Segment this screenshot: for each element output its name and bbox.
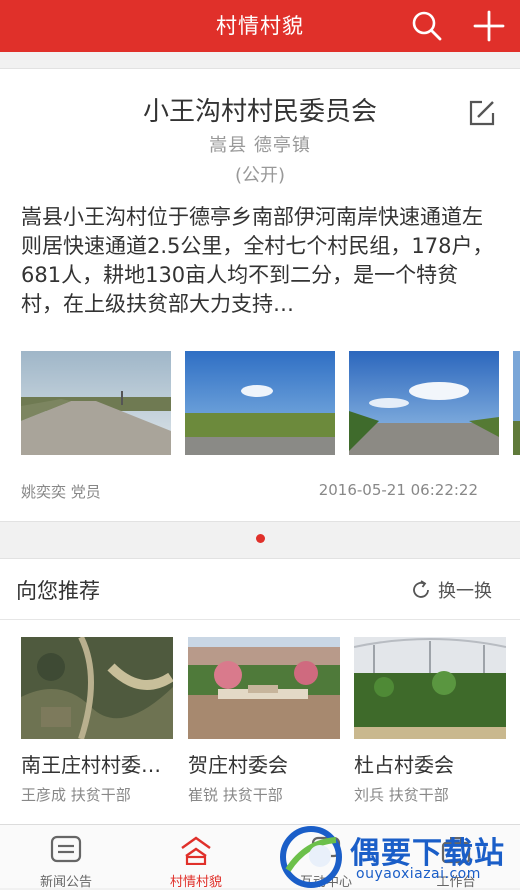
tab-label: 村情村貌 bbox=[169, 875, 222, 890]
recommend-item[interactable]: 贺庄村委会 崔锐 扶贫干部 bbox=[188, 637, 340, 805]
tab-label: 新闻公告 bbox=[39, 875, 92, 890]
village-card[interactable]: 小王沟村村民委员会 嵩县 德亭镇 (公开) 嵩县小王沟村位于德亭乡南部伊河南岸快… bbox=[0, 68, 520, 522]
photo-strip[interactable] bbox=[21, 351, 520, 455]
recommend-name: 南王庄村村委… bbox=[21, 753, 161, 777]
watermark: 偶要下载站 ouyaoxiazai.com bbox=[272, 824, 520, 888]
recommend-item[interactable]: 南王庄村村委… 王彦成 扶贫干部 bbox=[21, 637, 173, 805]
search-icon[interactable] bbox=[410, 9, 444, 43]
refresh-label: 换一换 bbox=[438, 581, 492, 602]
news-icon bbox=[50, 835, 82, 863]
recommend-name: 杜占村委会 bbox=[354, 753, 454, 777]
village-photo[interactable] bbox=[21, 351, 171, 455]
recommend-name: 贺庄村委会 bbox=[188, 753, 288, 777]
tab-village[interactable]: 村情村貌 bbox=[144, 825, 248, 890]
edit-icon[interactable] bbox=[466, 97, 498, 129]
plus-icon[interactable] bbox=[472, 9, 506, 43]
recommend-item[interactable]: 杜占村委会 刘兵 扶贫干部 bbox=[354, 637, 506, 805]
recommend-title: 向您推荐 bbox=[16, 579, 100, 603]
village-icon bbox=[181, 836, 211, 865]
post-author: 姚奕奕 党员 bbox=[21, 483, 101, 501]
recommend-section: 向您推荐 换一换 南王庄村村委… 王彦成 扶贫干部 贺庄村委会 崔锐 扶贫干部 … bbox=[0, 558, 520, 824]
watermark-logo bbox=[280, 826, 342, 888]
watermark-url: ouyaoxiazai.com bbox=[356, 866, 481, 882]
village-photo[interactable] bbox=[185, 351, 335, 455]
visibility-label: (公开) bbox=[234, 165, 286, 186]
recommend-meta: 崔锐 扶贫干部 bbox=[188, 786, 283, 804]
page-indicator-dot bbox=[256, 534, 265, 543]
village-description: 嵩县小王沟村位于德亭乡南部伊河南岸快速通道左则居快速通道2.5公里，全村七个村民… bbox=[21, 205, 494, 316]
recommend-thumbnail bbox=[21, 637, 173, 739]
refresh-button[interactable]: 换一换 bbox=[410, 577, 492, 603]
recommend-meta: 刘兵 扶贫干部 bbox=[354, 786, 449, 804]
village-photo[interactable] bbox=[349, 351, 499, 455]
top-bar: 村情村貌 bbox=[0, 0, 520, 52]
refresh-icon bbox=[413, 580, 429, 598]
recommend-thumbnail bbox=[354, 637, 506, 739]
post-timestamp: 2016-05-21 06:22:22 bbox=[318, 481, 478, 499]
recommend-meta: 王彦成 扶贫干部 bbox=[21, 786, 131, 804]
village-name: 小王沟村村民委员会 bbox=[142, 97, 377, 127]
recommend-thumbnail bbox=[188, 637, 340, 739]
tab-news[interactable]: 新闻公告 bbox=[14, 825, 118, 890]
village-location: 嵩县 德亭镇 bbox=[209, 135, 311, 156]
village-photo[interactable] bbox=[513, 351, 520, 455]
divider bbox=[0, 619, 520, 620]
